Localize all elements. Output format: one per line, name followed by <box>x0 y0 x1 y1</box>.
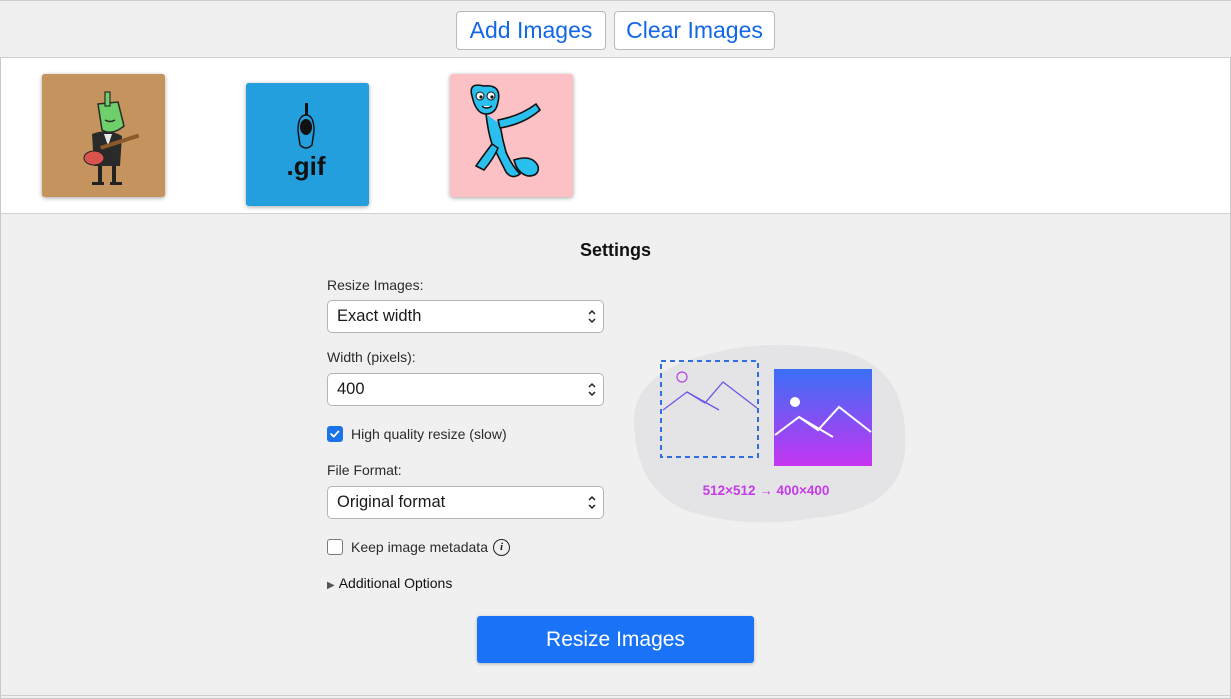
resize-dimensions-caption: 512×512 → 400×400 <box>702 483 830 498</box>
resize-mode-value: Exact width <box>337 307 422 325</box>
svg-text:.gif: .gif <box>287 151 326 181</box>
high-quality-label: High quality resize (slow) <box>351 426 507 442</box>
file-format-value: Original format <box>337 493 446 511</box>
disclosure-triangle-icon: ▶ <box>327 580 335 591</box>
gif-file-icon: .gif <box>246 83 369 206</box>
thumbnail-guitar-character[interactable] <box>42 74 165 197</box>
resize-mode-select[interactable]: Exact width <box>327 300 604 333</box>
dancing-character-icon <box>450 74 573 197</box>
info-icon[interactable]: i <box>493 539 510 556</box>
resize-illustration <box>633 344 906 523</box>
additional-options-toggle[interactable]: ▶ Additional Options <box>327 575 452 591</box>
additional-options-label: Additional Options <box>338 575 453 591</box>
resize-images-label: Resize Images: <box>327 277 424 293</box>
select-chevrons-icon <box>588 495 596 510</box>
thumbnail-dancing-character[interactable] <box>450 74 573 197</box>
keep-metadata-label: Keep image metadata <box>351 539 488 555</box>
high-quality-checkbox[interactable] <box>327 426 343 442</box>
clear-images-button[interactable]: Clear Images <box>614 11 775 50</box>
toolbar: Add Images Clear Images <box>0 0 1231 58</box>
keep-metadata-checkbox[interactable] <box>327 539 343 555</box>
width-stepper[interactable]: 400 <box>327 373 604 406</box>
resize-images-button[interactable]: Resize Images <box>477 616 754 663</box>
settings-title: Settings <box>579 240 651 260</box>
width-label: Width (pixels): <box>327 349 416 365</box>
checkmark-icon <box>330 430 340 438</box>
bottom-divider <box>0 695 1231 696</box>
guitar-character-icon <box>42 74 165 197</box>
select-chevrons-icon <box>588 309 596 324</box>
add-images-button[interactable]: Add Images <box>456 11 606 50</box>
file-format-select[interactable]: Original format <box>327 486 604 519</box>
image-thumbnails: .gif <box>1 58 1230 214</box>
width-value: 400 <box>337 380 365 398</box>
file-format-label: File Format: <box>327 462 402 478</box>
thumbnail-gif[interactable]: .gif <box>246 83 369 206</box>
stepper-arrows-icon[interactable] <box>587 381 597 398</box>
